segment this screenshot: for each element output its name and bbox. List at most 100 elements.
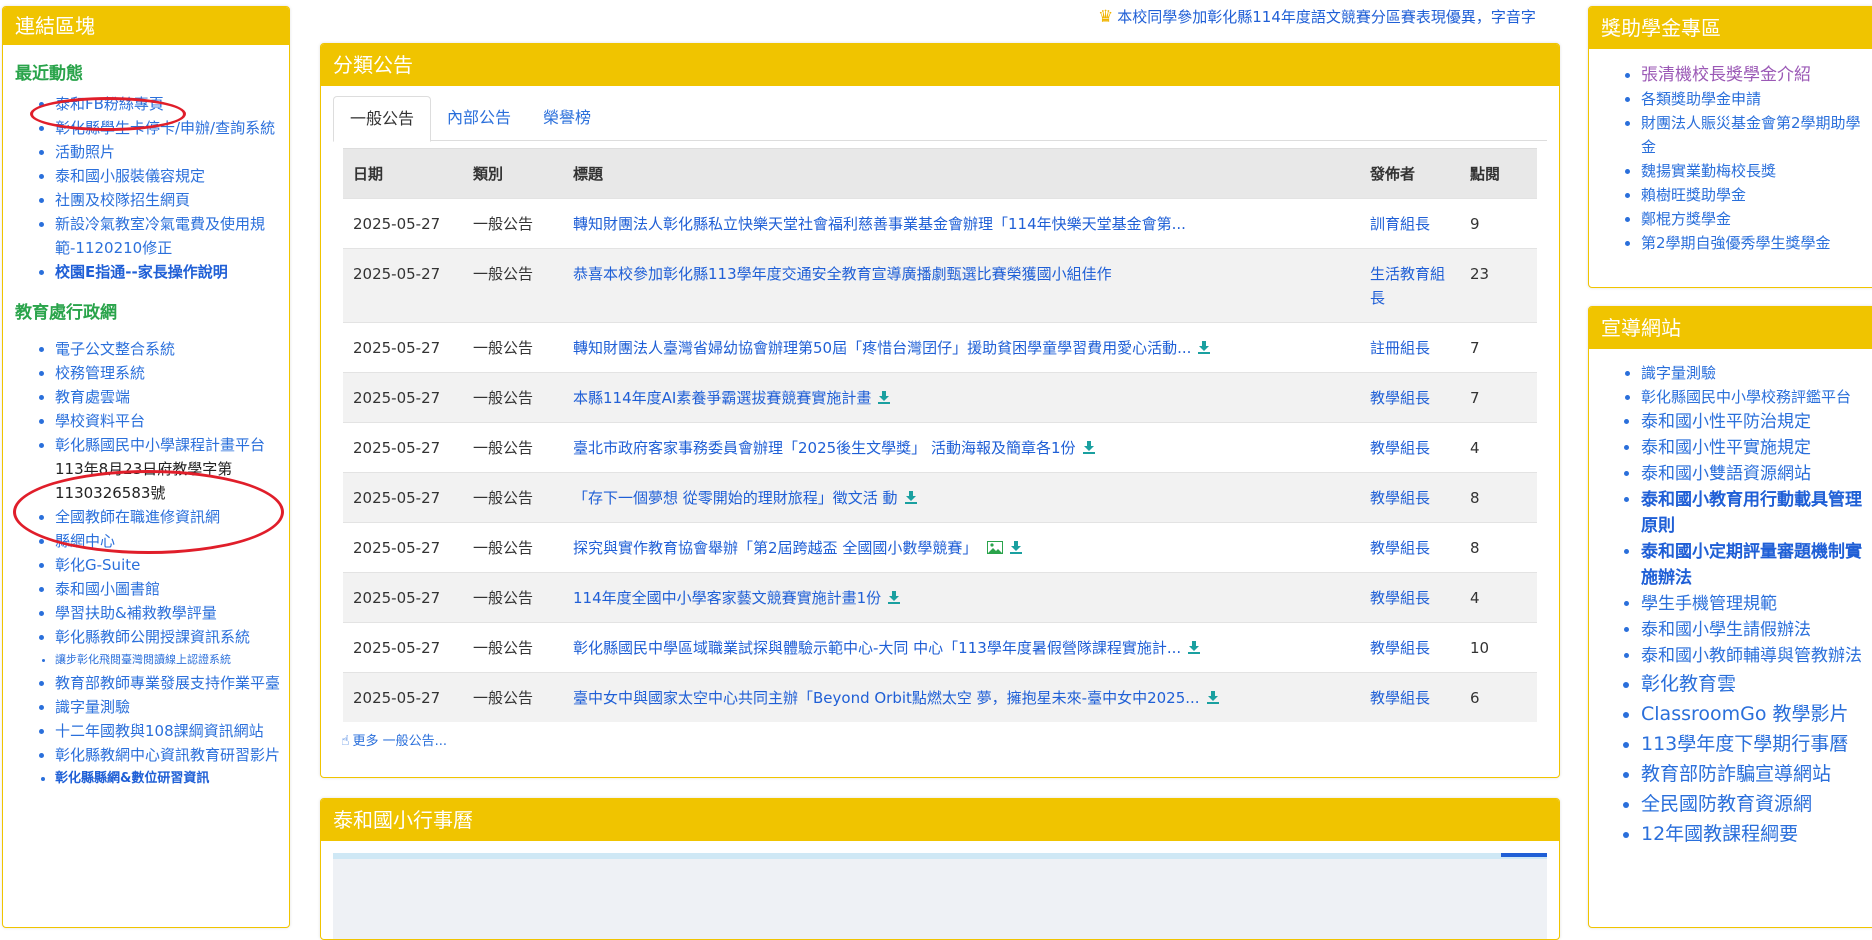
tab-honor-roll[interactable]: 榮譽榜: [527, 96, 607, 140]
download-icon[interactable]: [877, 390, 891, 404]
row-date: 2025-05-27: [343, 248, 463, 323]
link-teacher-dev[interactable]: 教育部教師專業發展支持作業平臺: [55, 674, 280, 692]
link-dress-code[interactable]: 泰和國小服裝儀容規定: [55, 167, 205, 185]
link-remedial[interactable]: 學習扶助&補救教學評量: [55, 604, 217, 622]
marquee-text: 本校同學參加彰化縣114年度語文競賽分區賽表現優異，字音字: [1117, 8, 1536, 26]
link-activity-photos[interactable]: 活動照片: [55, 143, 115, 161]
link-gsuite[interactable]: 彰化G-Suite: [55, 556, 140, 574]
link-open-class[interactable]: 彰化縣教師公開授課資訊系統: [55, 628, 250, 646]
download-icon[interactable]: [1187, 640, 1201, 654]
promo-link-anti-fraud[interactable]: 教育部防詐騙宣導網站: [1641, 763, 1831, 785]
promo-link-gender-prevent[interactable]: 泰和國小性平防治規定: [1641, 412, 1811, 432]
announcement-title-link[interactable]: 恭喜本校參加彰化縣113學年度交通安全教育宣導廣播劇甄選比賽榮獲國小組佳作: [573, 265, 1112, 283]
download-icon[interactable]: [887, 590, 901, 604]
link-edu-cloud[interactable]: 教育處雲端: [55, 388, 130, 406]
row-publisher[interactable]: 教學組長: [1360, 622, 1460, 673]
promo-link-device-rules[interactable]: 泰和國小教育用行動載具管理原則: [1641, 490, 1862, 536]
announcement-title-link[interactable]: 臺北市政府客家事務委員會辦理「2025後生文學獎」 活動海報及簡章各1份: [573, 439, 1076, 457]
promo-link-counsel-rules[interactable]: 泰和國小教師輔導與管教辦法: [1641, 646, 1862, 666]
download-icon[interactable]: [1197, 340, 1211, 354]
promo-link-leave-rules[interactable]: 泰和國小學生請假辦法: [1641, 620, 1811, 640]
scholarship-link-5[interactable]: 鄭棍方獎學金: [1641, 210, 1731, 228]
link-doc-system[interactable]: 電子公文整合系統: [55, 340, 175, 358]
link-aircon-rules[interactable]: 新設冷氣教室冷氣電費及使用規範-1120210修正: [55, 215, 265, 257]
announcement-title-link[interactable]: 彰化縣國民中學區域職業試探與體驗示範中心-大同 中心「113學年度暑假營隊課程實…: [573, 639, 1181, 657]
scholarship-link-0[interactable]: 張清機校長獎學金介紹: [1641, 65, 1811, 85]
calendar-embed[interactable]: [333, 859, 1547, 939]
promo-link-classroomgo[interactable]: ClassroomGo 教學影片: [1641, 703, 1849, 725]
row-views: 6: [1460, 672, 1537, 722]
link-literacy-test[interactable]: 識字量測驗: [55, 698, 130, 716]
row-category: 一般公告: [463, 422, 563, 473]
row-date: 2025-05-27: [343, 672, 463, 722]
promo-link-bilingual[interactable]: 泰和國小雙語資源網站: [1641, 464, 1811, 484]
link-student-card[interactable]: 彰化縣學生卡停卡/申辦/查詢系統: [55, 119, 275, 137]
scholarship-link-4[interactable]: 賴樹旺獎助學金: [1641, 186, 1746, 204]
link-curriculum-platform[interactable]: 彰化縣國民中小學課程計畫平台: [55, 436, 265, 454]
announcement-title-link[interactable]: 探究與實作教育協會舉辦「第2屆跨越盃 全國國小數學競賽」: [573, 539, 977, 557]
scholarship-link-3[interactable]: 魏揚實業勤梅校長獎: [1641, 162, 1776, 180]
promo-link-defense-edu[interactable]: 全民國防教育資源網: [1641, 793, 1812, 815]
row-publisher[interactable]: 教學組長: [1360, 472, 1460, 523]
link-library[interactable]: 泰和國小圖書館: [55, 580, 160, 598]
row-publisher[interactable]: 訓育組長: [1360, 198, 1460, 249]
row-title: 本縣114年度AI素養爭霸選拔賽競賽實施計畫: [563, 372, 1360, 423]
download-icon[interactable]: [1082, 440, 1096, 454]
download-icon[interactable]: [1009, 540, 1023, 554]
tab-internal[interactable]: 內部公告: [431, 96, 527, 140]
scholarship-link-2[interactable]: 財團法人賑災基金會第2學期助學金: [1641, 114, 1861, 156]
promo-link-literacy[interactable]: 識字量測驗: [1641, 364, 1716, 382]
curriculum-doc-number: 113年8月23日府教學字第1130326583號: [55, 460, 233, 502]
table-row: 2025-05-27 一般公告 臺中女中與國家太空中心共同主辦「Beyond Orb…: [343, 672, 1537, 722]
news-marquee[interactable]: ♛ 本校同學參加彰化縣114年度語文競賽分區賽表現優異，字音字: [1098, 6, 1560, 30]
row-date: 2025-05-27: [343, 372, 463, 423]
download-icon[interactable]: [1206, 690, 1220, 704]
announcement-title-link[interactable]: 轉知財團法人彰化縣私立快樂天堂社會福利慈善事業基金會辦理「114年快樂天堂基金會…: [573, 215, 1186, 233]
row-publisher[interactable]: 生活教育組長: [1360, 248, 1460, 323]
link-county-net[interactable]: 縣網中心: [55, 532, 115, 550]
col-publisher: 發佈者: [1360, 148, 1460, 199]
announcement-title-link[interactable]: 「存下一個夢想 從零開始的理財旅程」徵文活 動: [573, 489, 898, 507]
image-icon[interactable]: [987, 541, 1004, 554]
links-panel: 連結區塊 最近動態 泰和FB粉絲專頁 彰化縣學生卡停卡/申辦/查詢系統 活動照片…: [2, 6, 290, 928]
calendar-strip-accent: [1501, 853, 1547, 857]
promo-link-edu-cloud[interactable]: 彰化教育雲: [1641, 673, 1736, 695]
announcement-title-link[interactable]: 本縣114年度AI素養爭霸選拔賽競賽實施計畫: [573, 389, 871, 407]
row-date: 2025-05-27: [343, 522, 463, 573]
promotion-header: 宣導網站: [1589, 307, 1872, 349]
promo-link-curriculum-12[interactable]: 12年國教課程綱要: [1641, 823, 1798, 845]
link-curriculum-108[interactable]: 十二年國教與108課綱資訊網站: [55, 722, 264, 740]
download-icon[interactable]: [904, 490, 918, 504]
promo-link-calendar[interactable]: 113學年度下學期行事曆: [1641, 733, 1848, 755]
link-it-training-video[interactable]: 彰化縣教網中心資訊教育研習影片: [55, 746, 280, 764]
scholarship-link-1[interactable]: 各類獎助學金申請: [1641, 90, 1761, 108]
row-publisher[interactable]: 教學組長: [1360, 672, 1460, 722]
link-fb-fanpage[interactable]: 泰和FB粉絲專頁: [55, 95, 164, 113]
link-school-data[interactable]: 學校資料平台: [55, 412, 145, 430]
row-publisher[interactable]: 教學組長: [1360, 372, 1460, 423]
row-category: 一般公告: [463, 622, 563, 673]
link-reading-cert[interactable]: 讓步彰化飛閱臺灣閱讀線上認證系統: [55, 653, 231, 666]
link-e-guide[interactable]: 校園E指通--家長操作說明: [55, 263, 228, 281]
more-announcements-link[interactable]: ☝ 更多 一般公告...: [341, 730, 447, 749]
tab-general[interactable]: 一般公告: [333, 96, 432, 142]
col-date: 日期: [343, 148, 463, 199]
announcement-title-link[interactable]: 臺中女中與國家太空中心共同主辦「Beyond Orbit點燃太空 夢，擁抱星未來…: [573, 689, 1200, 707]
row-title: 轉知財團法人臺灣省婦幼協會辦理第50屆「疼惜台灣囝仔」援助貧困學童學習費用愛心活…: [563, 322, 1360, 373]
link-teacher-training[interactable]: 全國教師在職進修資訊網: [55, 508, 220, 526]
promo-link-gender-rules[interactable]: 泰和國小性平實施規定: [1641, 438, 1811, 458]
link-club-enroll[interactable]: 社團及校隊招生網頁: [55, 191, 190, 209]
promo-link-exam-review[interactable]: 泰和國小定期評量審題機制實施辦法: [1641, 542, 1862, 588]
row-publisher[interactable]: 教學組長: [1360, 422, 1460, 473]
row-publisher[interactable]: 教學組長: [1360, 522, 1460, 573]
row-publisher[interactable]: 教學組長: [1360, 572, 1460, 623]
announcement-title-link[interactable]: 114年度全國中小學客家藝文競賽實施計畫1份: [573, 589, 881, 607]
scholarship-link-6[interactable]: 第2學期自強優秀學生獎學金: [1641, 234, 1831, 252]
link-school-admin[interactable]: 校務管理系統: [55, 364, 145, 382]
row-publisher[interactable]: 註冊組長: [1360, 322, 1460, 373]
row-views: 8: [1460, 522, 1537, 573]
promo-link-phone-rules[interactable]: 學生手機管理規範: [1641, 594, 1777, 614]
link-county-digital[interactable]: 彰化縣縣網&數位研習資訊: [55, 771, 209, 786]
promo-link-evaluation[interactable]: 彰化縣國民中小學校務評鑑平台: [1641, 388, 1851, 406]
announcement-title-link[interactable]: 轉知財團法人臺灣省婦幼協會辦理第50屆「疼惜台灣囝仔」援助貧困學童學習費用愛心活…: [573, 339, 1191, 357]
